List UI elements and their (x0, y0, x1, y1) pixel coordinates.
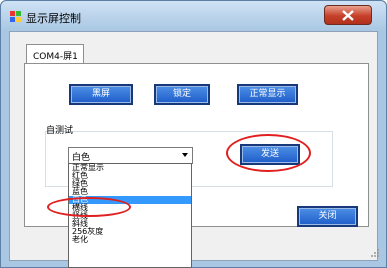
app-icon (10, 11, 21, 22)
close-button[interactable]: 关闭 (297, 206, 358, 227)
send-button-annotation-circle (226, 134, 311, 172)
self-test-label: 自测试 (46, 126, 74, 136)
window-close-button[interactable] (324, 5, 372, 25)
window-title: 显示屏控制 (26, 12, 81, 25)
lock-button[interactable]: 锁定 (154, 84, 210, 105)
close-icon (342, 10, 354, 21)
self-test-combo[interactable]: 白色 (68, 147, 193, 164)
list-item[interactable]: 老化 (69, 236, 191, 244)
combo-selected-value: 白色 (72, 153, 91, 163)
chevron-down-icon[interactable] (182, 153, 188, 157)
tab-com4-screen1[interactable]: COM4-屏1 (26, 44, 84, 64)
resize-grip-icon[interactable] (370, 248, 380, 258)
normal-display-button[interactable]: 正常显示 (237, 84, 298, 105)
white-option-annotation-circle (47, 197, 131, 217)
title-bar[interactable]: 显示屏控制 (1, 1, 386, 31)
black-screen-button[interactable]: 黑屏 (69, 84, 133, 105)
